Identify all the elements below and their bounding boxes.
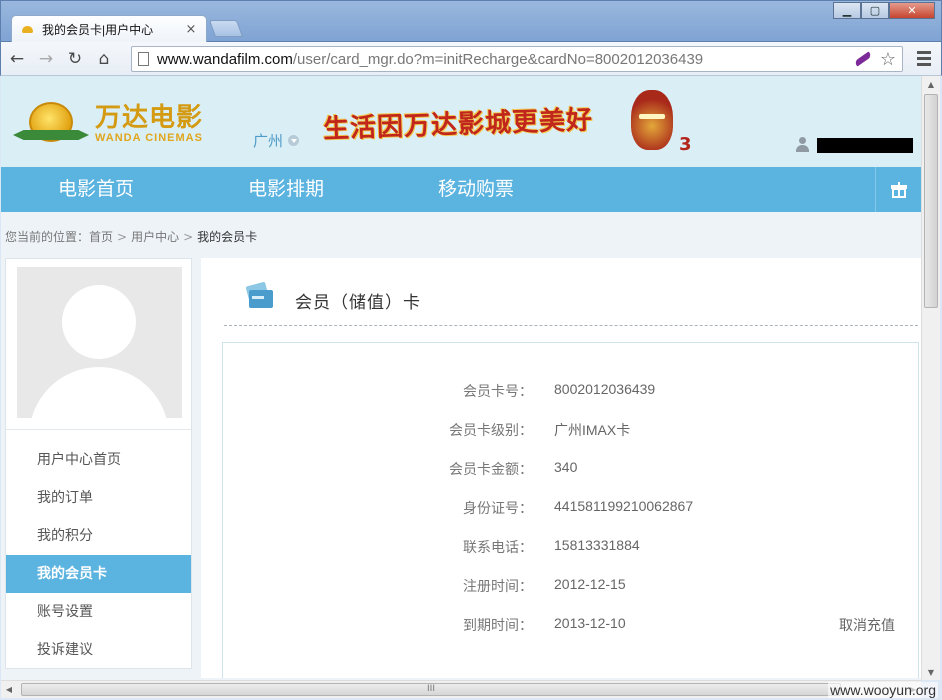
sidebar-item-user-home[interactable]: 用户中心首页 xyxy=(6,441,191,479)
forward-button[interactable]: → xyxy=(33,46,59,72)
ironman-mask-icon xyxy=(631,90,673,152)
wanda-logo[interactable]: 万达电影 WANDA CINEMAS xyxy=(13,96,203,152)
info-label: 会员卡级别： xyxy=(449,423,533,439)
nav-movie-home[interactable]: 电影首页 xyxy=(1,167,191,212)
promo-banner: 生活因万达影城更美好 xyxy=(323,98,623,158)
sidebar-menu: 用户中心首页 我的订单 我的积分 我的会员卡 账号设置 投诉建议 xyxy=(6,429,191,669)
member-card-icon xyxy=(245,281,273,310)
gift-icon xyxy=(890,181,907,198)
url-text[interactable]: www.wandafilm.com/user/card_mgr.do?m=ini… xyxy=(157,51,852,68)
info-row-card-balance: 会员卡金额： 340 xyxy=(223,459,918,479)
breadcrumb: 您当前的位置：首页 > 用户中心 > 我的会员卡 xyxy=(5,228,257,245)
browser-toolbar: ← → ↻ ⌂ www.wandafilm.com/user/card_mgr.… xyxy=(0,42,942,76)
gift-button[interactable] xyxy=(875,167,921,212)
breadcrumb-user-center[interactable]: 用户中心 xyxy=(131,230,179,244)
new-tab-button[interactable] xyxy=(208,20,244,37)
logo-english: WANDA CINEMAS xyxy=(95,132,203,144)
info-value: 441581199210062867 xyxy=(554,498,694,514)
page-icon xyxy=(138,52,149,66)
breadcrumb-sep: > xyxy=(183,230,194,244)
address-bar[interactable]: www.wandafilm.com/user/card_mgr.do?m=ini… xyxy=(131,46,903,72)
bookmark-star-icon[interactable]: ☆ xyxy=(880,49,896,70)
avatar[interactable] xyxy=(17,267,182,418)
home-button[interactable]: ⌂ xyxy=(91,46,117,72)
main-nav: 电影首页 电影排期 移动购票 xyxy=(1,167,921,212)
horizontal-scroll-thumb[interactable]: III xyxy=(21,683,841,696)
banner-slogan: 生活因万达影城更美好 xyxy=(322,105,594,145)
info-label: 联系电话： xyxy=(463,540,533,556)
breadcrumb-home[interactable]: 首页 xyxy=(89,230,113,244)
user-sidebar: 用户中心首页 我的订单 我的积分 我的会员卡 账号设置 投诉建议 xyxy=(5,258,192,669)
info-label: 到期时间： xyxy=(463,618,533,634)
info-row-register-date: 注册时间： 2012-12-15 xyxy=(223,576,918,596)
info-row-expire-date: 到期时间： 2013-12-10 取消充值 xyxy=(223,615,918,635)
tab-title: 我的会员卡|用户中心 xyxy=(42,23,154,37)
breadcrumb-current: 我的会员卡 xyxy=(197,230,258,244)
nav-mobile-ticket[interactable]: 移动购票 xyxy=(381,167,571,212)
tab-close-icon[interactable]: × xyxy=(184,22,198,37)
chevron-down-icon xyxy=(288,135,300,146)
maximize-button[interactable]: ▢ xyxy=(861,2,889,19)
omnibox-actions: ☆ xyxy=(852,49,896,70)
watermark: www.wooyun.org xyxy=(828,682,938,698)
city-selector[interactable]: 广州 xyxy=(253,130,300,151)
minimize-button[interactable]: ▁ xyxy=(833,2,861,19)
scroll-up-icon[interactable]: ▲ xyxy=(922,76,940,92)
site-header: 万达电影 WANDA CINEMAS 广州 生活因万达影城更美好 3 xyxy=(1,76,921,167)
sidebar-item-points[interactable]: 我的积分 xyxy=(6,517,191,555)
close-window-button[interactable]: ✕ xyxy=(889,2,935,19)
info-value: 8002012036439 xyxy=(554,381,656,397)
reload-button[interactable]: ↻ xyxy=(62,46,88,72)
horizontal-scrollbar[interactable]: ◀ III ▶ xyxy=(1,680,921,698)
cancel-recharge-link[interactable]: 取消充值 xyxy=(839,615,895,635)
user-account[interactable] xyxy=(795,136,913,153)
vertical-scroll-thumb[interactable] xyxy=(924,94,938,308)
redacted-username xyxy=(817,138,913,153)
info-value: 广州IMAX卡 xyxy=(554,422,631,438)
card-info-box: 会员卡号： 8002012036439 会员卡级别： 广州IMAX卡 会员卡金额… xyxy=(222,342,919,678)
main-panel: 会员（储值）卡 会员卡号： 8002012036439 会员卡级别： 广州IMA… xyxy=(201,258,921,678)
url-host: www.wandafilm.com xyxy=(157,50,293,68)
browser-menu-icon[interactable] xyxy=(917,51,931,69)
info-label: 会员卡金额： xyxy=(449,462,533,478)
info-row-phone: 联系电话： 15813331884 xyxy=(223,537,918,557)
info-label: 身份证号： xyxy=(463,501,533,517)
browser-titlebar: 我的会员卡|用户中心 × ▁ ▢ ✕ xyxy=(0,0,942,43)
banner-number: 3 xyxy=(679,134,692,155)
info-value: 340 xyxy=(554,459,578,475)
url-path: /user/card_mgr.do?m=initRecharge&cardNo=… xyxy=(292,50,704,68)
sidebar-item-account-settings[interactable]: 账号设置 xyxy=(6,593,191,631)
scroll-down-icon[interactable]: ▼ xyxy=(922,664,940,680)
info-value: 2012-12-15 xyxy=(554,576,626,592)
page-viewport: 万达电影 WANDA CINEMAS 广州 生活因万达影城更美好 3 电影首页 … xyxy=(1,76,921,680)
nav-showtimes[interactable]: 电影排期 xyxy=(191,167,381,212)
info-row-id-number: 身份证号： 441581199210062867 xyxy=(223,498,918,518)
info-label: 注册时间： xyxy=(463,579,533,595)
logo-chinese: 万达电影 xyxy=(95,103,204,133)
sidebar-item-complaints[interactable]: 投诉建议 xyxy=(6,631,191,669)
info-row-card-number: 会员卡号： 8002012036439 xyxy=(223,381,918,401)
window-controls: ▁ ▢ ✕ xyxy=(833,2,935,19)
page-title: 会员（储值）卡 xyxy=(295,293,421,313)
info-value: 2013-12-10 xyxy=(554,615,626,631)
feather-extension-icon[interactable] xyxy=(852,50,872,68)
info-label: 会员卡号： xyxy=(463,384,533,400)
user-icon xyxy=(795,137,809,152)
back-button[interactable]: ← xyxy=(4,46,30,72)
breadcrumb-sep: > xyxy=(117,230,128,244)
wanda-favicon-icon xyxy=(20,24,36,36)
logo-text: 万达电影 WANDA CINEMAS xyxy=(95,104,203,144)
browser-tab[interactable]: 我的会员卡|用户中心 × xyxy=(11,15,207,43)
wanda-emblem-icon xyxy=(13,96,89,152)
info-row-card-level: 会员卡级别： 广州IMAX卡 xyxy=(223,420,918,440)
sidebar-item-orders[interactable]: 我的订单 xyxy=(6,479,191,517)
info-value: 15813331884 xyxy=(554,537,640,553)
sidebar-item-member-card[interactable]: 我的会员卡 xyxy=(6,555,191,593)
breadcrumb-prefix: 您当前的位置： xyxy=(5,230,90,244)
panel-header: 会员（储值）卡 xyxy=(224,258,918,326)
vertical-scrollbar[interactable]: ▲ ▼ xyxy=(921,76,940,680)
city-label: 广州 xyxy=(253,132,284,150)
scroll-left-icon[interactable]: ◀ xyxy=(1,681,17,698)
